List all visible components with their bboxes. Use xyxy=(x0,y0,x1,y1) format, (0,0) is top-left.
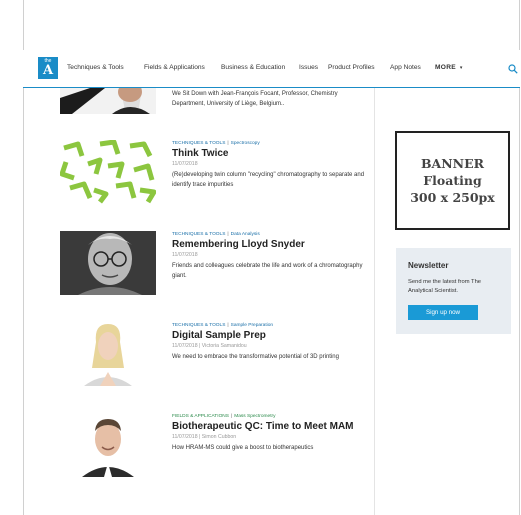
nav-item-product-profiles[interactable]: Product Profiles xyxy=(328,63,375,73)
article-thumbnail[interactable] xyxy=(60,140,156,204)
article-category[interactable]: TECHNIQUES & TOOLS | Spectroscopy xyxy=(172,140,368,147)
article-date: 11/07/2018 xyxy=(172,161,198,167)
nav-item-business-education[interactable]: Business & Education xyxy=(221,63,285,73)
banner-line-2: Floating xyxy=(423,173,482,188)
article-excerpt: Friends and colleagues celebrate the lif… xyxy=(172,263,363,279)
article-date: 11/07/2018 | Simon Cubbon xyxy=(172,434,237,440)
logo-letter: A xyxy=(42,63,54,78)
nav-more-label: MORE xyxy=(435,64,456,71)
article-category[interactable]: TECHNIQUES & TOOLS | Sample Preparation xyxy=(172,322,368,329)
article-category[interactable]: TECHNIQUES & TOOLS | Data Analysis xyxy=(172,231,368,238)
article-thumbnail[interactable] xyxy=(60,231,156,295)
article-excerpt: We need to embrace the transformative po… xyxy=(172,354,339,360)
article-thumbnail[interactable] xyxy=(60,88,156,114)
banner-line-1: BANNER xyxy=(420,156,484,171)
article-thumbnail[interactable] xyxy=(60,322,156,386)
article-thumbnail[interactable] xyxy=(60,413,156,477)
nav-item-issues[interactable]: Issues xyxy=(299,63,318,73)
nav-item-more[interactable]: MORE ▾ xyxy=(435,63,462,73)
nav-item-techniques-tools[interactable]: Techniques & Tools xyxy=(67,63,124,73)
article-date: 11/07/2018 xyxy=(172,252,198,258)
article-title[interactable]: Biotherapeutic QC: Time to Meet MAM xyxy=(172,421,368,433)
column-divider xyxy=(374,88,375,515)
newsletter-title: Newsletter xyxy=(408,261,449,270)
newsletter-text: Send me the latest from The Analytical S… xyxy=(408,279,482,294)
article-category[interactable]: FIELDS & APPLICATIONS | Mass Spectrometry xyxy=(172,413,368,420)
article-title[interactable]: Digital Sample Prep xyxy=(172,330,368,342)
article-excerpt: (Re)developing twin column "recycling" c… xyxy=(172,172,365,188)
nav-item-app-notes[interactable]: App Notes xyxy=(390,63,421,73)
article-title[interactable]: Remembering Lloyd Snyder xyxy=(172,239,368,251)
article-excerpt: How HRAM-MS could give a boost to biothe… xyxy=(172,445,314,451)
floating-banner-ad[interactable]: BANNER Floating 300 x 250px xyxy=(395,131,510,230)
article-excerpt: We Sit Down with Jean-François Focant, P… xyxy=(172,91,338,107)
main-nav: the A Techniques & Tools Fields & Applic… xyxy=(23,50,520,88)
chevron-down-icon: ▾ xyxy=(459,65,463,71)
search-icon[interactable] xyxy=(508,64,518,74)
site-logo[interactable]: the A xyxy=(38,57,58,79)
sign-up-button[interactable]: Sign up now xyxy=(408,305,478,320)
article-title[interactable]: Think Twice xyxy=(172,148,368,160)
newsletter-box: Newsletter Send me the latest from The A… xyxy=(396,248,511,334)
nav-item-fields-applications[interactable]: Fields & Applications xyxy=(144,63,205,73)
article-date: 11/07/2018 | Victoria Samanidou xyxy=(172,343,247,349)
banner-line-3: 300 x 250px xyxy=(410,190,495,205)
